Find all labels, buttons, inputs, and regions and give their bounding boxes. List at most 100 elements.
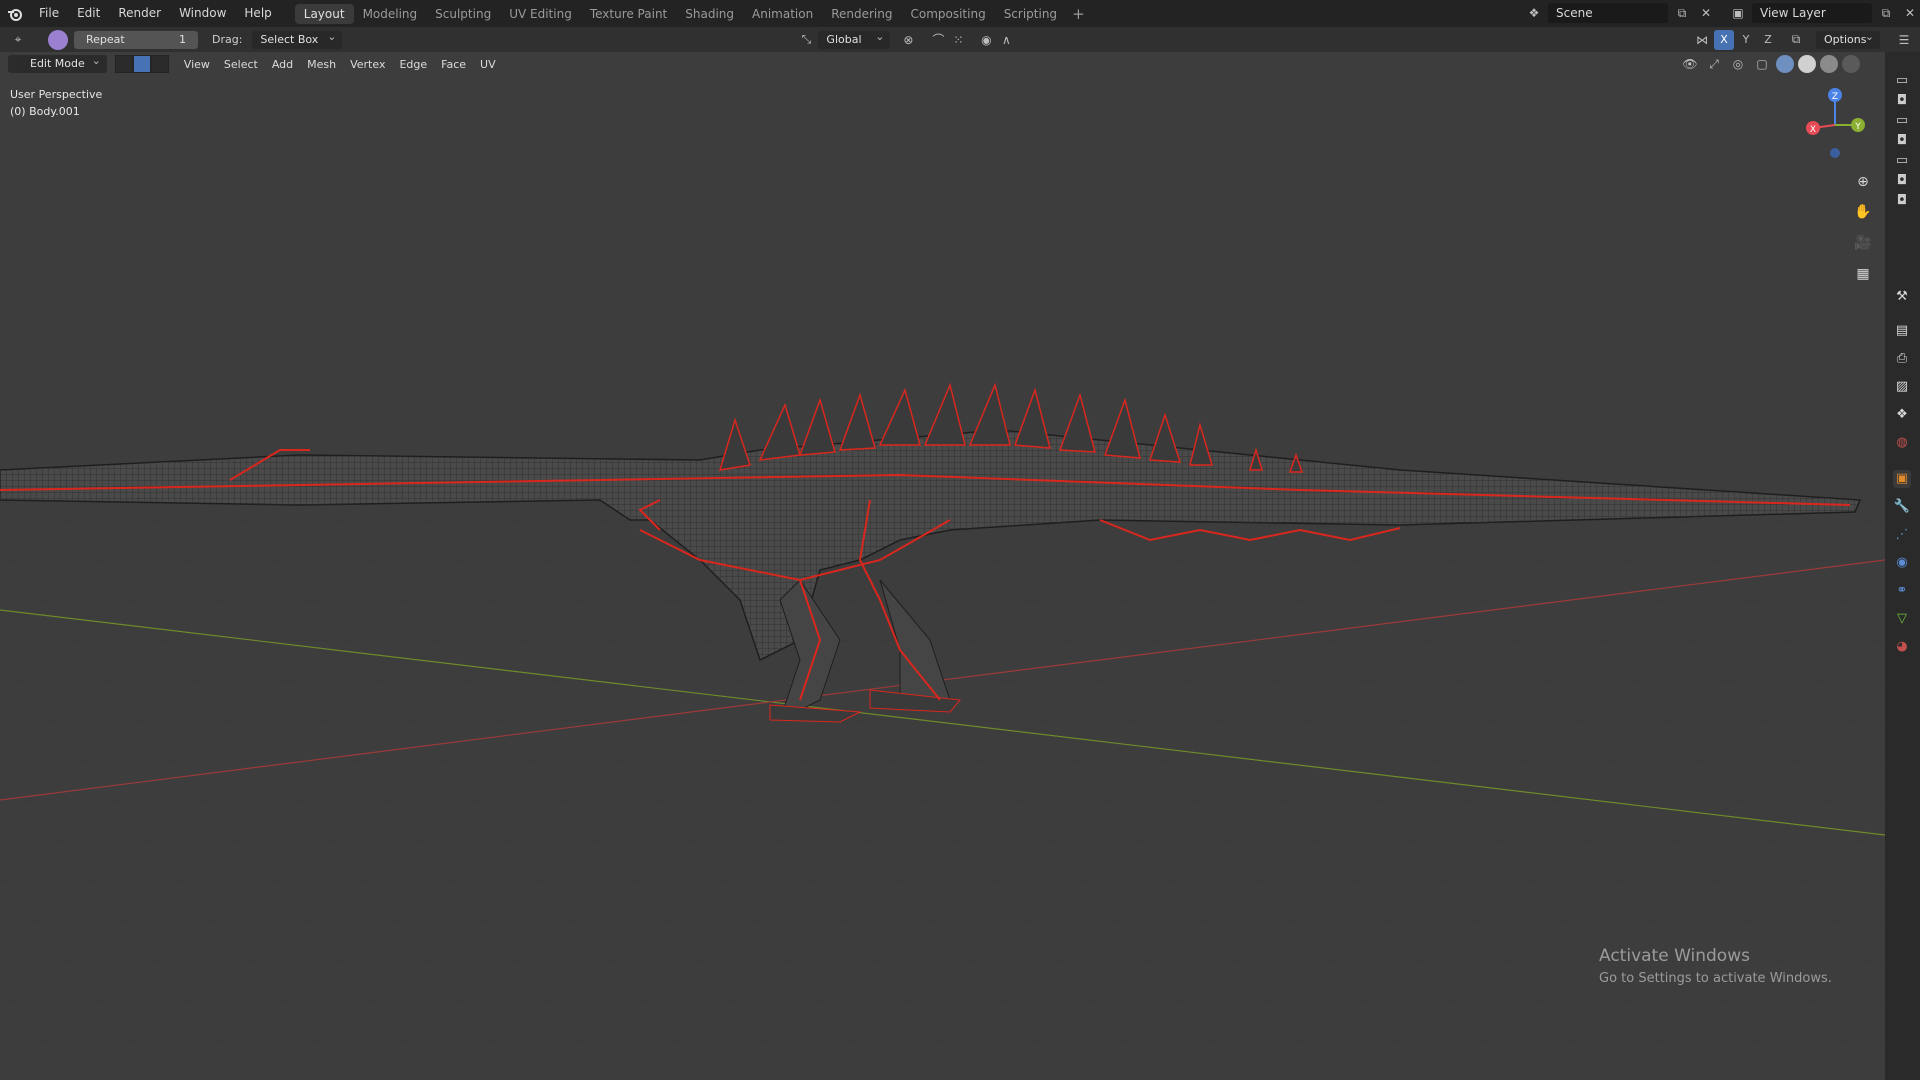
- mirror-icon[interactable]: ⋈: [1692, 30, 1712, 50]
- editor-type-icon[interactable]: ⌖: [8, 30, 28, 50]
- output-properties-icon[interactable]: ⎙: [1893, 350, 1911, 368]
- transform-orientation-icon[interactable]: ⤡: [796, 30, 816, 50]
- mirror-options: ⋈ X Y Z ⧉ Options: [1692, 28, 1880, 50]
- physics-properties-icon[interactable]: ◉: [1893, 554, 1911, 572]
- modifier-properties-icon[interactable]: 🔧: [1893, 498, 1911, 516]
- menu-edge[interactable]: Edge: [392, 58, 434, 71]
- xray-toggle-icon[interactable]: ▢: [1752, 54, 1772, 74]
- tab-compositing[interactable]: Compositing: [901, 4, 994, 24]
- new-view-layer-icon[interactable]: ⧉: [1876, 3, 1896, 23]
- repeat-field[interactable]: Repeat 1: [74, 30, 198, 49]
- overlay-toggle-icon[interactable]: ◎: [1728, 54, 1748, 74]
- scene-name-field[interactable]: Scene: [1548, 3, 1668, 23]
- menu-file[interactable]: File: [30, 0, 68, 27]
- activate-windows-watermark: Activate Windows Go to Settings to activ…: [1599, 946, 1832, 986]
- constraint-properties-icon[interactable]: ⚭: [1893, 582, 1911, 600]
- viewport-shading-tools: 👁 ⤢ ◎ ▢: [1680, 52, 1860, 76]
- edge-select-icon[interactable]: [132, 55, 151, 73]
- workspace-tabs: Layout Modeling Sculpting UV Editing Tex…: [294, 0, 1091, 27]
- solid-shading-icon[interactable]: [1798, 55, 1816, 73]
- camera-visibility-icon[interactable]: ◘: [1893, 92, 1911, 110]
- vertex-select-icon[interactable]: [114, 55, 133, 73]
- scene-properties-icon[interactable]: ❖: [1893, 406, 1911, 424]
- object-properties-icon[interactable]: ▣: [1893, 470, 1911, 488]
- tab-shading[interactable]: Shading: [676, 4, 743, 24]
- menu-edit[interactable]: Edit: [68, 0, 109, 27]
- particle-properties-icon[interactable]: ⋰: [1893, 526, 1911, 544]
- top-bar: File Edit Render Window Help Layout Mode…: [0, 0, 1920, 27]
- tab-rendering[interactable]: Rendering: [822, 4, 901, 24]
- material-shading-icon[interactable]: [1820, 55, 1838, 73]
- menu-help[interactable]: Help: [235, 0, 280, 27]
- wireframe-shading-icon[interactable]: [1776, 55, 1794, 73]
- active-tool-icon[interactable]: [48, 29, 68, 50]
- scene-icon[interactable]: ❖: [1524, 3, 1544, 23]
- sidebar-toggle-icon[interactable]: ☰: [1894, 30, 1914, 50]
- navigation-gizmo[interactable]: Z Y X: [1800, 85, 1870, 165]
- hand-icon[interactable]: ✋: [1850, 199, 1876, 225]
- floor-grid: [0, 520, 1885, 1080]
- pivot-icon[interactable]: ⊗: [898, 30, 918, 50]
- layer-visibility-icon[interactable]: ◘: [1893, 132, 1911, 150]
- gizmo-z-label: Z: [1832, 92, 1838, 102]
- tab-scripting[interactable]: Scripting: [995, 4, 1066, 24]
- mesh-data-properties-icon[interactable]: ▽: [1893, 610, 1911, 628]
- layer-visibility-icon[interactable]: ▭: [1893, 152, 1911, 170]
- layer-visibility-icon[interactable]: ◘: [1893, 192, 1911, 210]
- view-layer-properties-icon[interactable]: ▨: [1893, 378, 1911, 396]
- collection-visibility-icon[interactable]: ▭: [1893, 72, 1911, 90]
- mirror-x-toggle[interactable]: X: [1714, 29, 1734, 50]
- menu-render[interactable]: Render: [109, 0, 170, 27]
- grid-icon[interactable]: ▦: [1850, 261, 1876, 287]
- perspective-label: User Perspective: [10, 88, 103, 101]
- menu-window[interactable]: Window: [170, 0, 235, 27]
- visibility-icon[interactable]: 👁: [1680, 54, 1700, 74]
- proportional-edit-icon[interactable]: ◉: [976, 30, 996, 50]
- menu-select[interactable]: Select: [217, 58, 265, 71]
- new-scene-icon[interactable]: ⧉: [1672, 3, 1692, 23]
- blender-logo-icon[interactable]: [0, 0, 30, 27]
- layer-visibility-icon[interactable]: ◘: [1893, 172, 1911, 190]
- viewport-scene: [0, 52, 1885, 1080]
- tab-animation[interactable]: Animation: [743, 4, 822, 24]
- face-select-icon[interactable]: [150, 55, 169, 73]
- scene-selector-group: ❖ Scene ⧉ ✕ ▣ View Layer ⧉ ✕: [1524, 3, 1920, 23]
- material-properties-icon[interactable]: ◕: [1893, 638, 1911, 656]
- tool-properties-icon[interactable]: ⚒: [1893, 288, 1911, 306]
- menu-vertex[interactable]: Vertex: [343, 58, 392, 71]
- menu-mesh[interactable]: Mesh: [300, 58, 343, 71]
- tab-uv-editing[interactable]: UV Editing: [500, 4, 581, 24]
- camera-icon[interactable]: 🎥: [1850, 230, 1876, 256]
- menu-face[interactable]: Face: [434, 58, 473, 71]
- falloff-icon[interactable]: ∧: [996, 30, 1016, 50]
- snap-icon[interactable]: ⌒: [928, 30, 948, 50]
- options-menu[interactable]: Options: [1816, 28, 1880, 49]
- mode-select[interactable]: Edit Mode: [8, 52, 107, 73]
- drag-select[interactable]: Select Box: [252, 28, 343, 49]
- topology-mirror-icon[interactable]: ⧉: [1786, 30, 1806, 50]
- mirror-y-toggle[interactable]: Y: [1736, 30, 1756, 50]
- remove-scene-icon[interactable]: ✕: [1696, 3, 1716, 23]
- view-layer-field[interactable]: View Layer: [1752, 3, 1872, 23]
- render-properties-icon[interactable]: ▤: [1893, 322, 1911, 340]
- menu-uv[interactable]: UV: [473, 58, 503, 71]
- 3d-viewport[interactable]: [0, 52, 1885, 1080]
- mirror-z-toggle[interactable]: Z: [1758, 30, 1778, 50]
- remove-view-layer-icon[interactable]: ✕: [1900, 3, 1920, 23]
- tab-layout[interactable]: Layout: [294, 3, 354, 24]
- world-properties-icon[interactable]: ◍: [1893, 434, 1911, 452]
- view-layer-icon[interactable]: ▣: [1728, 3, 1748, 23]
- menu-add[interactable]: Add: [265, 58, 300, 71]
- tab-modeling[interactable]: Modeling: [354, 4, 427, 24]
- gizmo-toggle-icon[interactable]: ⤢: [1704, 54, 1724, 74]
- active-object-label: (0) Body.001: [10, 105, 80, 118]
- orientation-select[interactable]: Global: [818, 28, 891, 49]
- add-workspace-button[interactable]: +: [1066, 5, 1091, 23]
- menu-view[interactable]: View: [177, 58, 217, 71]
- zoom-icon[interactable]: ⊕: [1850, 169, 1876, 195]
- tab-texture-paint[interactable]: Texture Paint: [581, 4, 676, 24]
- rendered-shading-icon[interactable]: [1842, 55, 1860, 73]
- snap-grid-icon[interactable]: ⁙: [948, 30, 968, 50]
- tab-sculpting[interactable]: Sculpting: [426, 4, 500, 24]
- layer-visibility-icon[interactable]: ▭: [1893, 112, 1911, 130]
